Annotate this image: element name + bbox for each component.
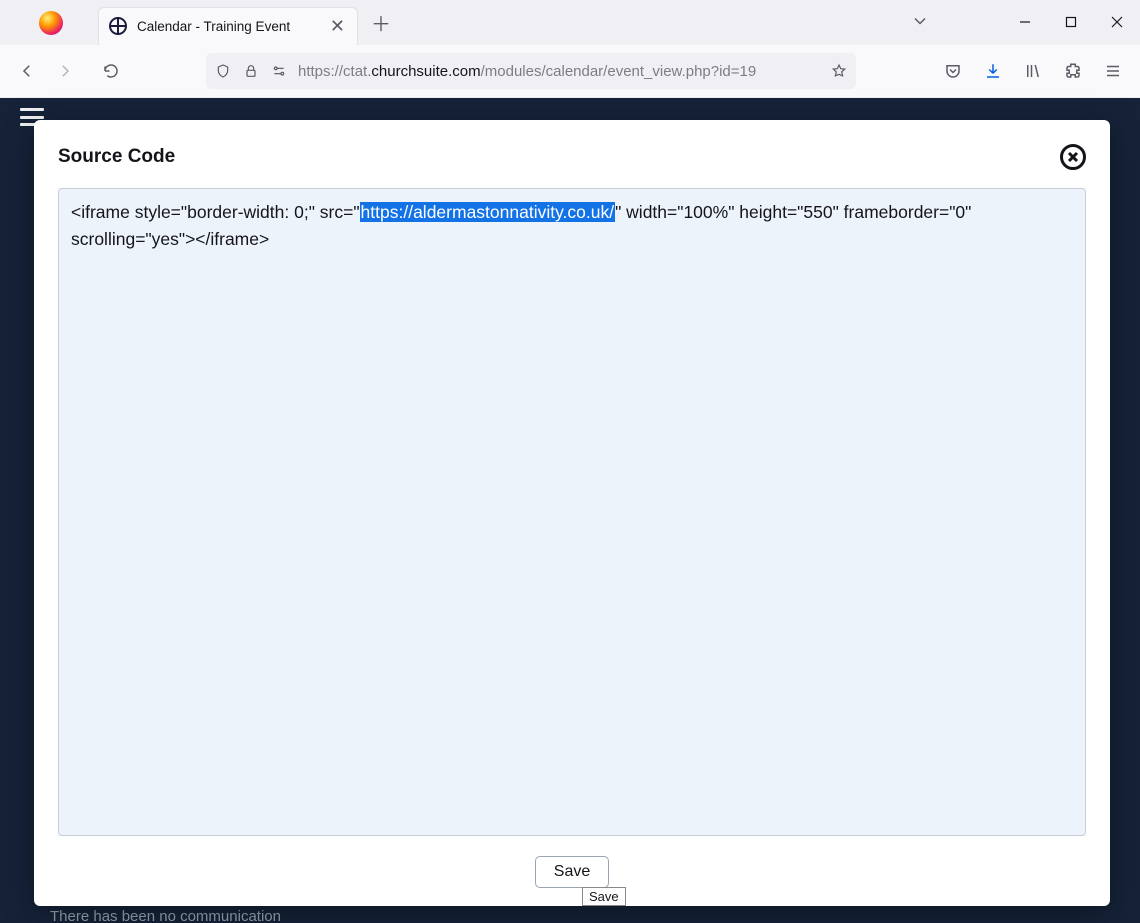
source-code-textarea[interactable]: <iframe style="border-width: 0;" src="ht…	[58, 188, 1086, 836]
background-text: There has been no communication	[50, 908, 281, 923]
new-tab-button[interactable]: ＋	[366, 8, 396, 38]
shield-icon[interactable]	[214, 62, 232, 80]
code-pre: <iframe style="border-width: 0;" src="	[71, 202, 360, 222]
forward-button[interactable]	[48, 54, 82, 88]
url-sub: ctat.	[343, 63, 371, 80]
save-button[interactable]: Save	[535, 856, 609, 888]
url-scheme: https://	[298, 63, 343, 80]
url-path: /modules/calendar/event_view.php?id=19	[481, 63, 757, 80]
firefox-logo-wrap	[16, 11, 86, 35]
modal-footer: Save	[58, 836, 1086, 888]
permissions-icon[interactable]	[270, 62, 288, 80]
close-icon	[1067, 151, 1079, 163]
window-controls	[1002, 0, 1140, 44]
nav-toolbar: https://ctat.churchsuite.com/modules/cal…	[0, 45, 1140, 97]
address-bar[interactable]: https://ctat.churchsuite.com/modules/cal…	[206, 53, 856, 89]
tab-close-icon[interactable]: ✕	[328, 16, 347, 37]
modal-header: Source Code	[58, 144, 1086, 170]
app-menu-icon[interactable]	[1096, 54, 1130, 88]
lock-icon[interactable]	[242, 62, 260, 80]
browser-chrome: Calendar - Training Event ✕ ＋	[0, 0, 1140, 98]
modal-title: Source Code	[58, 146, 175, 168]
bookmark-star-icon[interactable]	[830, 62, 848, 80]
window-minimize-button[interactable]	[1002, 0, 1048, 44]
save-tooltip: Save	[582, 887, 626, 906]
tab-strip: Calendar - Training Event ✕ ＋	[0, 0, 1140, 45]
tab-favicon-icon	[109, 17, 127, 35]
downloads-icon[interactable]	[976, 54, 1010, 88]
pocket-icon[interactable]	[936, 54, 970, 88]
toolbar-right-icons	[936, 54, 1130, 88]
modal-close-button[interactable]	[1060, 144, 1086, 170]
extensions-icon[interactable]	[1056, 54, 1090, 88]
firefox-icon	[39, 11, 63, 35]
page-body: There has been no communication Source C…	[0, 98, 1140, 923]
reload-button[interactable]	[94, 54, 128, 88]
url-text: https://ctat.churchsuite.com/modules/cal…	[298, 63, 820, 80]
tab-list-chevron-icon[interactable]	[910, 11, 940, 33]
plus-icon: ＋	[371, 8, 391, 37]
window-maximize-button[interactable]	[1048, 0, 1094, 44]
back-button[interactable]	[10, 54, 44, 88]
url-host: churchsuite.com	[371, 63, 480, 80]
library-icon[interactable]	[1016, 54, 1050, 88]
browser-tab[interactable]: Calendar - Training Event ✕	[98, 7, 358, 45]
window-close-button[interactable]	[1094, 0, 1140, 44]
tab-title: Calendar - Training Event	[137, 19, 318, 34]
source-code-modal: Source Code <iframe style="border-width:…	[34, 120, 1110, 906]
code-selected-url: https://aldermastonnativity.co.uk/	[360, 202, 616, 222]
